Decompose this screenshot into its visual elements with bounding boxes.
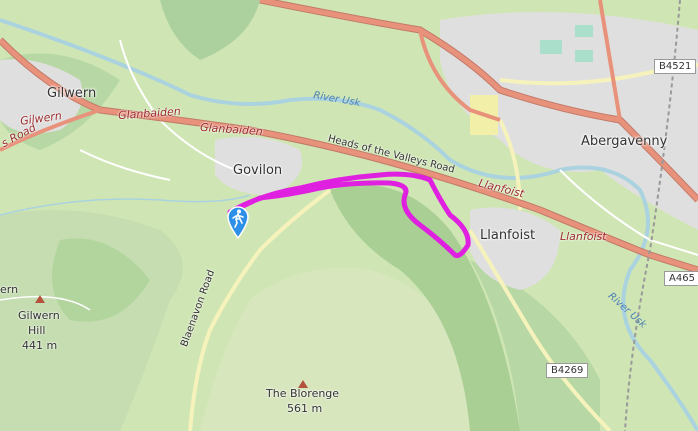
pitch <box>540 40 562 54</box>
town-label-govilon: Govilon <box>233 163 283 178</box>
town-label-gilwern: Gilwern <box>47 86 97 101</box>
road-label-llanfoist: Llanfoist <box>560 230 607 243</box>
peak-label-blorenge: The Blorenge <box>266 387 340 400</box>
road-shield-a465: A465 <box>664 271 698 286</box>
map-view[interactable]: Gilwern Govilon Abergavenny Llanfoist Gl… <box>0 0 698 431</box>
town-label-abergavenny: Abergavenny <box>581 134 668 149</box>
pitch <box>575 25 593 37</box>
peak-elevation-gilwern: 441 m <box>22 339 58 352</box>
map-base <box>0 0 698 431</box>
road-shield-b4521: B4521 <box>654 59 697 74</box>
town-label-llanfoist: Llanfoist <box>480 228 536 243</box>
road-shield-b4269: B4269 <box>546 363 589 378</box>
peak-label-gilwern-partial: ern <box>0 283 19 296</box>
pitch <box>575 50 593 62</box>
hiker-start-marker[interactable] <box>226 205 250 240</box>
peak-label-gilwern: Gilwern <box>18 309 60 322</box>
peak-elevation-blorenge: 561 m <box>287 402 323 415</box>
hiker-icon <box>227 206 249 240</box>
peak-label-hill: Hill <box>28 324 46 337</box>
